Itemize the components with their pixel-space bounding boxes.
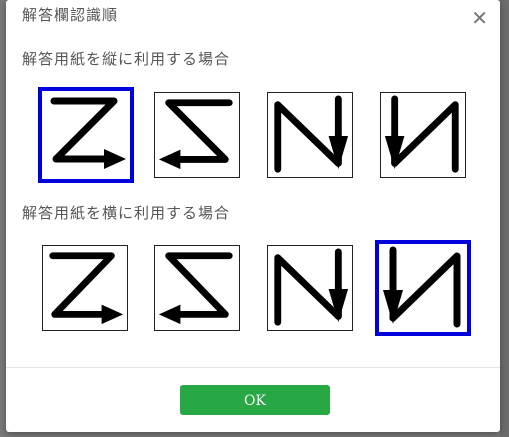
close-icon[interactable]: ✕ — [471, 8, 488, 28]
portrait-option-mirror-z[interactable] — [154, 92, 240, 178]
landscape-option-z[interactable] — [42, 245, 128, 331]
portrait-section-label: 解答用紙を縦に利用する場合 — [22, 50, 231, 68]
landscape-option-mirror-n[interactable] — [267, 245, 353, 331]
mirrored-z-order-icon — [158, 99, 233, 170]
n-order-icon — [383, 246, 461, 328]
ok-button[interactable]: OK — [180, 385, 330, 415]
portrait-option-z[interactable] — [38, 87, 134, 183]
portrait-option-n[interactable] — [380, 92, 466, 178]
footer-divider — [6, 367, 500, 368]
landscape-option-n[interactable] — [375, 240, 471, 336]
landscape-section-label: 解答用紙を横に利用する場合 — [22, 204, 231, 222]
dialog-title: 解答欄認識順 — [22, 6, 119, 24]
n-order-icon — [384, 95, 459, 173]
mirrored-n-order-icon — [274, 95, 349, 173]
page-backdrop — [500, 0, 509, 437]
portrait-option-mirror-n[interactable] — [267, 92, 353, 178]
reading-order-dialog: 解答欄認識順 ✕ 解答用紙を縦に利用する場合 解答用紙を横に利用する場合 OK — [6, 0, 500, 432]
z-order-icon — [50, 97, 126, 169]
mirrored-n-order-icon — [274, 248, 349, 326]
landscape-option-mirror-z[interactable] — [154, 245, 240, 331]
z-order-icon — [49, 252, 124, 325]
mirrored-z-order-icon — [158, 252, 233, 325]
